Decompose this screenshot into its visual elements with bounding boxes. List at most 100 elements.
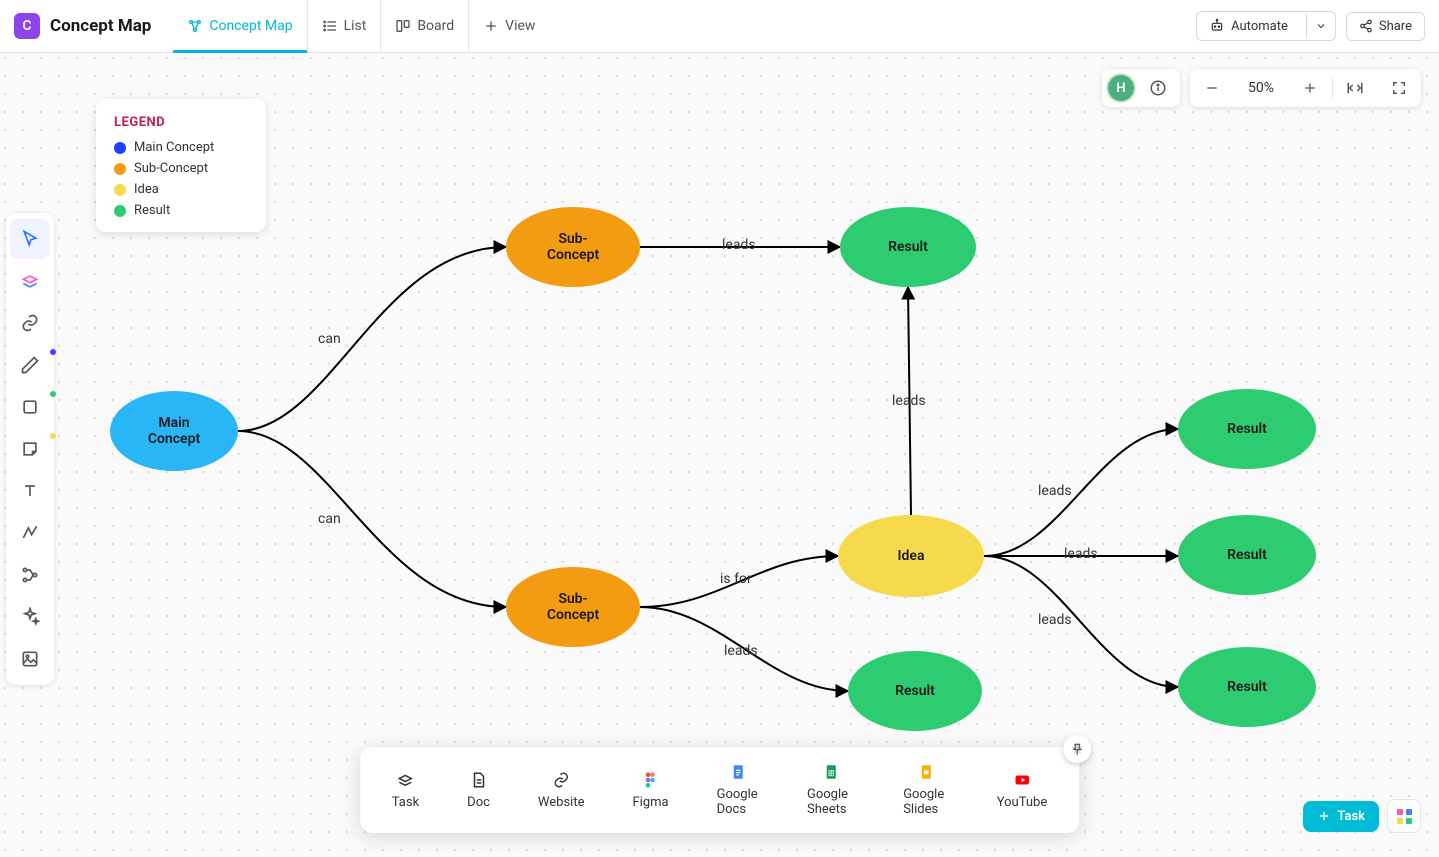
zoom-in-button[interactable] <box>1288 69 1332 107</box>
avatar[interactable]: H <box>1106 73 1136 103</box>
edge-label[interactable]: leads <box>1062 546 1100 562</box>
automate-button[interactable]: Automate <box>1196 11 1336 41</box>
fab-label: Task <box>1337 809 1365 824</box>
draw-tool[interactable] <box>10 345 50 385</box>
pin-button[interactable] <box>1063 735 1091 763</box>
bottom-label: Doc <box>467 795 490 810</box>
concept-map-icon <box>187 18 203 34</box>
task-tool[interactable] <box>10 261 50 301</box>
edge-label[interactable]: leads <box>890 393 928 409</box>
plus-icon <box>483 18 499 34</box>
node-result-5[interactable]: Result <box>1178 647 1316 727</box>
automate-label: Automate <box>1231 19 1288 34</box>
task-icon <box>396 771 414 789</box>
youtube-icon <box>1013 770 1031 790</box>
legend-item: Idea <box>114 182 248 197</box>
node-result-2[interactable]: Result <box>848 651 982 731</box>
list-icon <box>322 18 338 34</box>
zoom-out-button[interactable] <box>1190 69 1234 107</box>
bottom-item-website[interactable]: Website <box>514 765 609 816</box>
view-tabs: Concept Map List Board View <box>173 0 549 52</box>
workspace-title: Concept Map <box>50 16 151 36</box>
edge-label[interactable]: leads <box>720 237 758 253</box>
node-sub-concept-1[interactable]: Sub- Concept <box>506 207 640 287</box>
gdocs-icon <box>729 763 747 781</box>
new-task-button[interactable]: Task <box>1303 801 1379 832</box>
pencil-icon <box>20 355 40 375</box>
edge-label[interactable]: can <box>316 511 343 527</box>
chevron-down-icon <box>1315 20 1327 32</box>
edge-label[interactable]: leads <box>1036 612 1074 628</box>
fit-width-icon <box>1346 79 1364 97</box>
share-label: Share <box>1379 19 1412 34</box>
bottom-item-task[interactable]: Task <box>368 765 443 816</box>
fit-width-button[interactable] <box>1333 69 1377 107</box>
topbar-right: Automate Share <box>1196 11 1425 41</box>
bottom-item-gdocs[interactable]: Google Docs <box>693 757 783 823</box>
tab-list[interactable]: List <box>307 0 381 52</box>
bottom-item-gsheets[interactable]: Google Sheets <box>783 757 879 823</box>
bottom-label: Google Docs <box>717 787 759 817</box>
relation-icon <box>20 565 40 585</box>
share-button[interactable]: Share <box>1346 12 1425 41</box>
text-tool[interactable] <box>10 471 50 511</box>
minus-icon <box>1204 80 1220 96</box>
plus-icon <box>1302 80 1318 96</box>
tab-add-view[interactable]: View <box>468 0 549 52</box>
bottom-item-doc[interactable]: Doc <box>443 765 514 816</box>
edge-label[interactable]: can <box>316 331 343 347</box>
automate-chevron[interactable] <box>1306 14 1335 38</box>
edge-label[interactable]: leads <box>1036 483 1074 499</box>
link-icon <box>20 313 40 333</box>
fullscreen-button[interactable] <box>1377 69 1421 107</box>
connector-tool[interactable] <box>10 513 50 553</box>
tab-board[interactable]: Board <box>380 0 468 52</box>
pin-icon <box>1070 742 1084 756</box>
presence-group: H <box>1102 69 1180 107</box>
layers-icon <box>20 271 40 291</box>
edge-label[interactable]: leads <box>722 643 760 659</box>
image-tool[interactable] <box>10 639 50 679</box>
bottom-label: Task <box>392 795 419 810</box>
ai-tool[interactable] <box>10 597 50 637</box>
tab-concept-map[interactable]: Concept Map <box>173 0 306 52</box>
image-icon <box>20 649 40 669</box>
bottom-label: Website <box>538 795 585 810</box>
info-button[interactable] <box>1136 69 1180 107</box>
node-sub-concept-2[interactable]: Sub- Concept <box>506 567 640 647</box>
plus-icon <box>1317 809 1331 823</box>
bottom-item-youtube[interactable]: YouTube <box>973 765 1072 816</box>
apps-button[interactable] <box>1387 799 1421 833</box>
cursor-icon <box>20 229 40 249</box>
zoom-value[interactable]: 50% <box>1234 80 1288 96</box>
node-result-3[interactable]: Result <box>1178 389 1316 469</box>
select-tool[interactable] <box>10 219 50 259</box>
legend-card[interactable]: LEGEND Main Concept Sub-Concept Idea Res… <box>96 99 266 232</box>
link-icon <box>552 771 570 789</box>
figma-icon <box>642 771 660 789</box>
edge-label[interactable]: is for <box>718 571 754 587</box>
text-icon <box>20 481 40 501</box>
node-main-concept[interactable]: Main Concept <box>110 391 238 471</box>
share-icon <box>1359 19 1373 33</box>
link-tool[interactable] <box>10 303 50 343</box>
bottom-item-figma[interactable]: Figma <box>608 765 692 816</box>
tab-label: Concept Map <box>209 18 292 34</box>
workspace-icon[interactable]: C <box>14 13 40 39</box>
bottom-label: YouTube <box>997 795 1048 810</box>
canvas-controls: H 50% <box>1102 69 1421 107</box>
connector-icon <box>20 523 40 543</box>
whiteboard-canvas[interactable]: H 50% <box>0 53 1439 857</box>
sticky-tool[interactable] <box>10 429 50 469</box>
bottom-item-gslides[interactable]: Google Slides <box>879 757 973 823</box>
node-result-1[interactable]: Result <box>840 207 976 287</box>
relation-tool[interactable] <box>10 555 50 595</box>
board-icon <box>395 18 411 34</box>
node-result-4[interactable]: Result <box>1178 515 1316 595</box>
node-idea[interactable]: Idea <box>838 515 984 597</box>
legend-item: Result <box>114 203 248 218</box>
shape-tool[interactable] <box>10 387 50 427</box>
doc-icon <box>470 771 488 789</box>
legend-item: Main Concept <box>114 140 248 155</box>
square-icon <box>20 397 40 417</box>
